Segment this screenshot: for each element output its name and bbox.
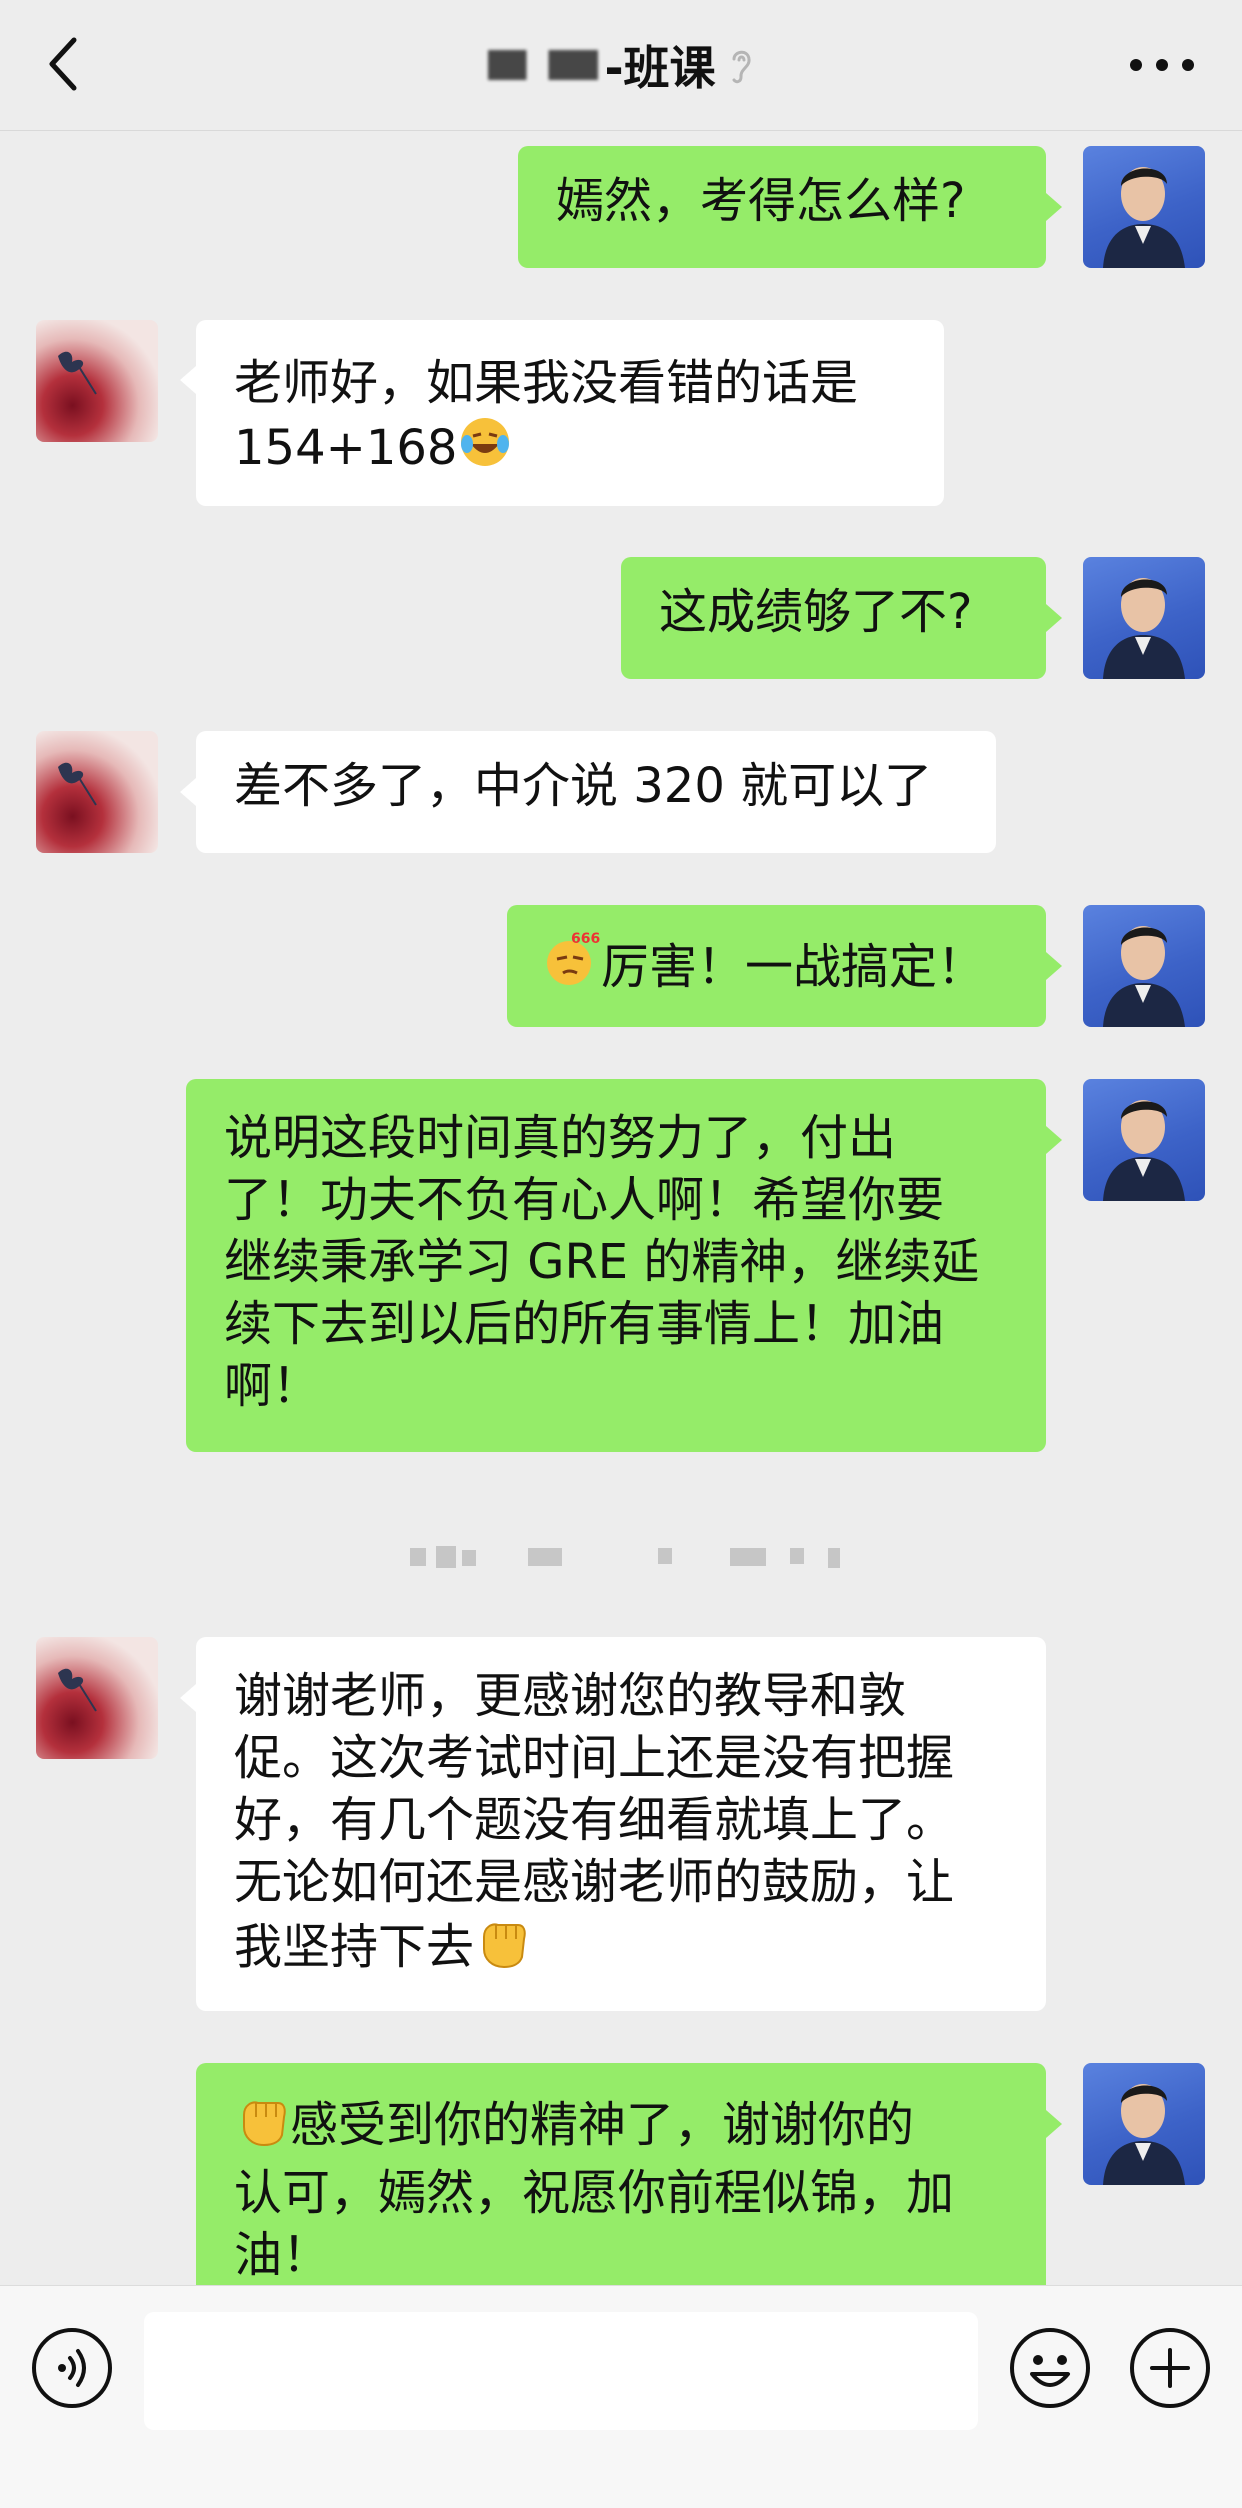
ear-icon (728, 45, 754, 85)
bubble-tail (1046, 1126, 1062, 1154)
message-line: 续下去到以后的所有事情上！加油 (224, 1296, 945, 1352)
message-bubble-2[interactable]: 老师好，如果我没看错的话是 154+168 (196, 320, 944, 506)
emoji-button[interactable] (1008, 2326, 1092, 2414)
message-input[interactable] (144, 2312, 978, 2430)
my-avatar[interactable] (1083, 1079, 1205, 1201)
bubble-tail (180, 778, 196, 806)
message-text: 嫣然，考得怎么样? (556, 173, 966, 229)
message-line: 好，有几个题没有细看就填上了。 (234, 1792, 955, 1848)
more-button[interactable] (1122, 48, 1202, 82)
message-text: 差不多了，中介说 320 就可以了 (234, 758, 933, 814)
message-line: 无论如何还是感谢老师的鼓励，让 (234, 1854, 955, 1910)
chat-title: -班课 (604, 41, 716, 95)
my-avatar[interactable] (1083, 557, 1205, 679)
message-bubble-8[interactable]: 感受到你的精神了，谢谢你的 认可，嫣然，祝愿你前程似锦，加 油！ (196, 2063, 1046, 2323)
plus-icon (1130, 2328, 1210, 2408)
message-line: 我坚持下去 (234, 1919, 475, 1975)
more-dots-icon (1130, 59, 1194, 71)
message-bubble-6[interactable]: 说明这段时间真的努力了，付出 了！功夫不负有心人啊！希望你要 继续秉承学习 GR… (186, 1079, 1046, 1452)
bubble-tail (180, 1684, 196, 1712)
message-bubble-7[interactable]: 谢谢老师，更感谢您的教导和敦 促。这次考试时间上还是没有把握 好，有几个题没有细… (196, 1637, 1046, 2011)
voice-button[interactable] (30, 2326, 114, 2414)
message-line: 老师好，如果我没看错的话是 (234, 355, 859, 411)
contact-avatar[interactable] (36, 320, 158, 442)
message-line: 说明这段时间真的努力了，付出 (224, 1110, 897, 1166)
message-line: 认可，嫣然，祝愿你前程似锦，加 (234, 2165, 955, 2221)
message-text: 这成绩够了不? (659, 584, 973, 640)
voice-icon (32, 2328, 112, 2408)
redacted-system-message (410, 1546, 840, 1568)
svg-text:666: 666 (571, 931, 600, 947)
bubble-tail (1046, 604, 1062, 632)
message-bubble-3[interactable]: 这成绩够了不? (621, 557, 1046, 679)
my-avatar[interactable] (1083, 146, 1205, 268)
message-line: 了！功夫不负有心人啊！希望你要 (224, 1172, 945, 1228)
message-line: 继续秉承学习 GRE 的精神，继续延 (224, 1234, 980, 1290)
message-line: 感受到你的精神了，谢谢你的 (290, 2097, 915, 2153)
chat-header: -班课 (0, 0, 1242, 131)
bubble-tail (1046, 2110, 1062, 2138)
redacted-name (488, 50, 599, 80)
message-bubble-4[interactable]: 差不多了，中介说 320 就可以了 (196, 731, 996, 853)
666-emoji: 666 (541, 929, 601, 1004)
message-bubble-5[interactable]: 666 厉害！一战搞定！ (507, 905, 1046, 1027)
message-line: 促。这次考试时间上还是没有把握 (234, 1730, 955, 1786)
smiley-icon (1010, 2328, 1090, 2408)
contact-avatar[interactable] (36, 1637, 158, 1759)
fist-emoji (474, 1913, 530, 1984)
fist-emoji (234, 2091, 290, 2162)
bubble-tail (1046, 952, 1062, 980)
input-bar (0, 2285, 1242, 2508)
message-line: 谢谢老师，更感谢您的教导和敦 (234, 1668, 907, 1724)
bubble-tail (180, 366, 196, 394)
more-actions-button[interactable] (1128, 2326, 1212, 2414)
message-bubble-1[interactable]: 嫣然，考得怎么样? (518, 146, 1046, 268)
contact-avatar[interactable] (36, 731, 158, 853)
message-line: 啊！ (224, 1358, 321, 1414)
message-line: 154+168 (234, 420, 458, 476)
my-avatar[interactable] (1083, 2063, 1205, 2185)
message-text: 厉害！一战搞定！ (601, 939, 986, 995)
my-avatar[interactable] (1083, 905, 1205, 1027)
bubble-tail (1046, 193, 1062, 221)
message-line: 油！ (234, 2227, 331, 2283)
laughing-crying-emoji (457, 414, 513, 485)
